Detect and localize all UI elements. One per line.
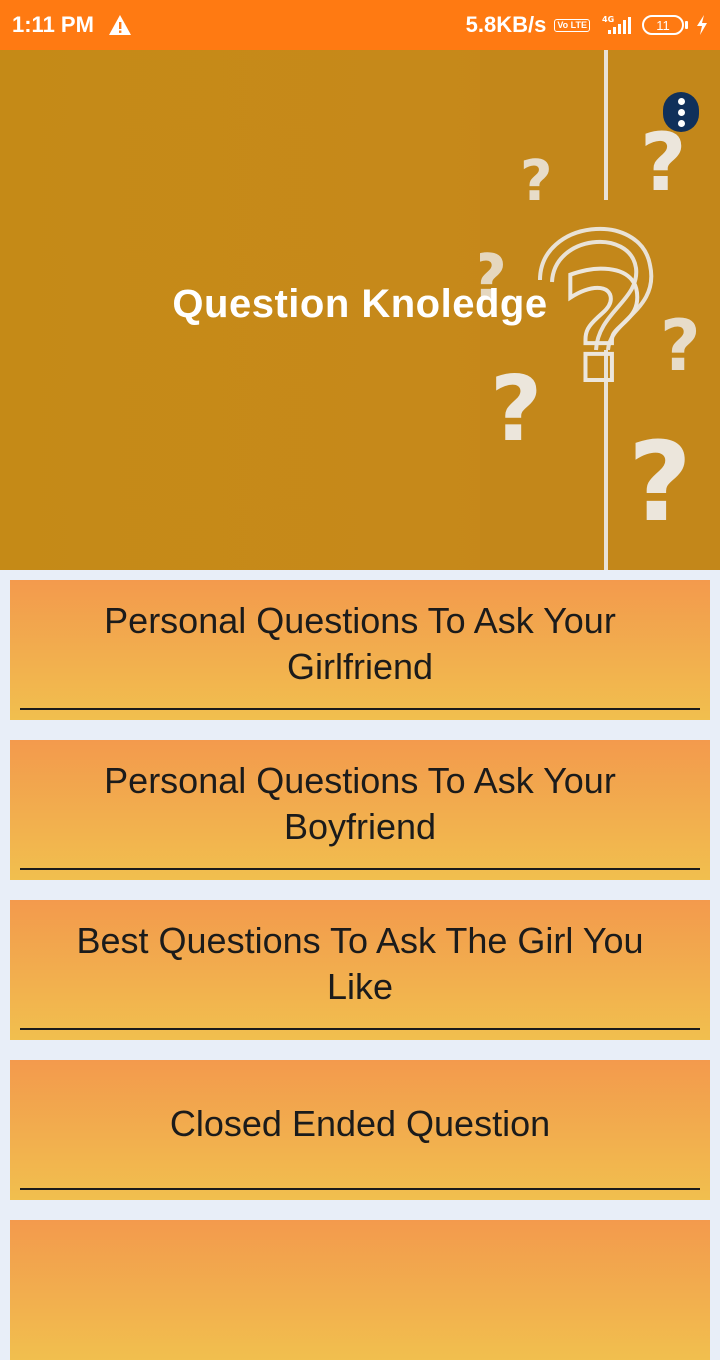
category-item-girlfriend[interactable]: Personal Questions To Ask Your Girlfrien… xyxy=(10,580,710,720)
more-options-button[interactable] xyxy=(663,92,699,132)
category-label: Personal Questions To Ask Your Boyfriend xyxy=(104,760,616,847)
category-label: Best Questions To Ask The Girl You Like xyxy=(76,920,644,1007)
battery-level: 11 xyxy=(642,15,684,35)
category-label: Closed Ended Question xyxy=(169,1103,551,1144)
signal-icon: 4G xyxy=(598,14,634,36)
app-title: Question Knoledge xyxy=(172,282,548,326)
divider xyxy=(20,1028,700,1030)
category-label xyxy=(330,1284,390,1296)
divider xyxy=(20,708,700,710)
charging-icon xyxy=(696,15,708,35)
svg-text:?: ? xyxy=(520,149,552,214)
divider xyxy=(20,868,700,870)
status-bar: 1:11 PM 5.8KB/s Vo LTE 4G 11 xyxy=(0,0,720,50)
warning-icon xyxy=(108,14,132,36)
volte-icon: Vo LTE xyxy=(554,18,590,32)
category-item-closed-ended[interactable]: Closed Ended Question xyxy=(10,1060,710,1200)
more-vert-icon xyxy=(677,97,685,105)
svg-text:?: ? xyxy=(490,357,542,462)
divider xyxy=(20,1188,700,1190)
network-speed: 5.8KB/s xyxy=(465,12,547,37)
battery-icon: 11 xyxy=(642,15,688,35)
svg-text:4G: 4G xyxy=(602,15,614,24)
svg-text:?: ? xyxy=(628,418,692,546)
category-label: Personal Questions To Ask Your Girlfrien… xyxy=(104,600,616,687)
svg-text:?: ? xyxy=(560,242,647,416)
category-item-girl-you-like[interactable]: Best Questions To Ask The Girl You Like xyxy=(10,900,710,1040)
category-item-partial[interactable] xyxy=(10,1220,710,1360)
header-banner: ? ? ? ? ? ? ? Question Knoledge xyxy=(0,50,720,570)
category-item-boyfriend[interactable]: Personal Questions To Ask Your Boyfriend xyxy=(10,740,710,880)
question-category-list: Personal Questions To Ask Your Girlfrien… xyxy=(0,570,720,1360)
status-time: 1:11 PM xyxy=(12,12,94,37)
